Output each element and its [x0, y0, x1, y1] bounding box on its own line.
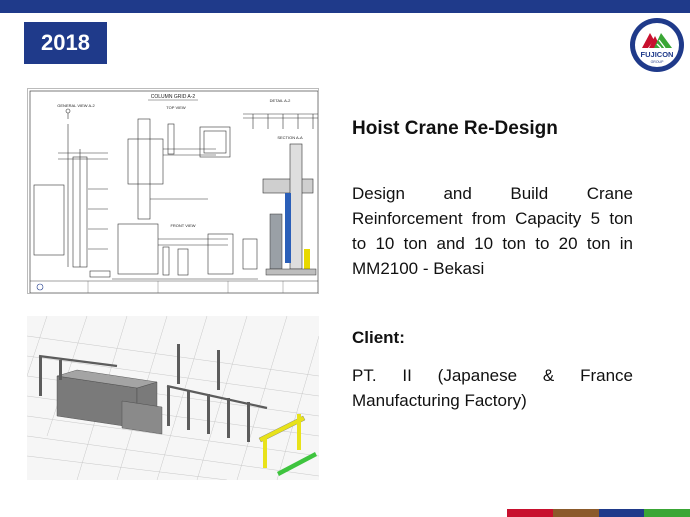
year-badge: 2018: [24, 22, 107, 64]
logo-brand: FUJICON: [641, 50, 674, 59]
client-label: Client:: [352, 328, 405, 347]
footer-stripe-blue: [598, 509, 645, 517]
footer-stripe-red: [507, 509, 553, 517]
drawing-view-label: FRONT VIEW: [170, 223, 195, 228]
footer-stripe-green: [644, 509, 690, 517]
project-description: Design and Build Crane Reinforcement fro…: [352, 184, 633, 278]
crane-3d-model: [27, 316, 319, 480]
drawing-view-label: DETAIL A-2: [270, 98, 291, 103]
top-header-bar: [0, 0, 690, 13]
footer-stripe-brown: [552, 509, 599, 517]
drawing-view-label: GENERAL VIEW A-2: [57, 103, 95, 108]
footer-color-stripes: [507, 509, 690, 517]
fujicon-logo: FUJICON GROUP: [630, 18, 684, 72]
engineering-drawing: COLUMN GRID A-2 GENERAL VIEW A-2 TOP VIE…: [27, 88, 319, 294]
drawing-view-label: TOP VIEW: [166, 105, 186, 110]
project-title: Hoist Crane Re-Design: [352, 118, 558, 139]
drawing-sheet-title: COLUMN GRID A-2: [151, 94, 196, 100]
drawing-view-label: SECTION A-A: [277, 135, 303, 140]
logo-tagline: GROUP: [651, 60, 665, 64]
client-name: PT. II (Japanese & France Manufacturing …: [352, 366, 633, 410]
